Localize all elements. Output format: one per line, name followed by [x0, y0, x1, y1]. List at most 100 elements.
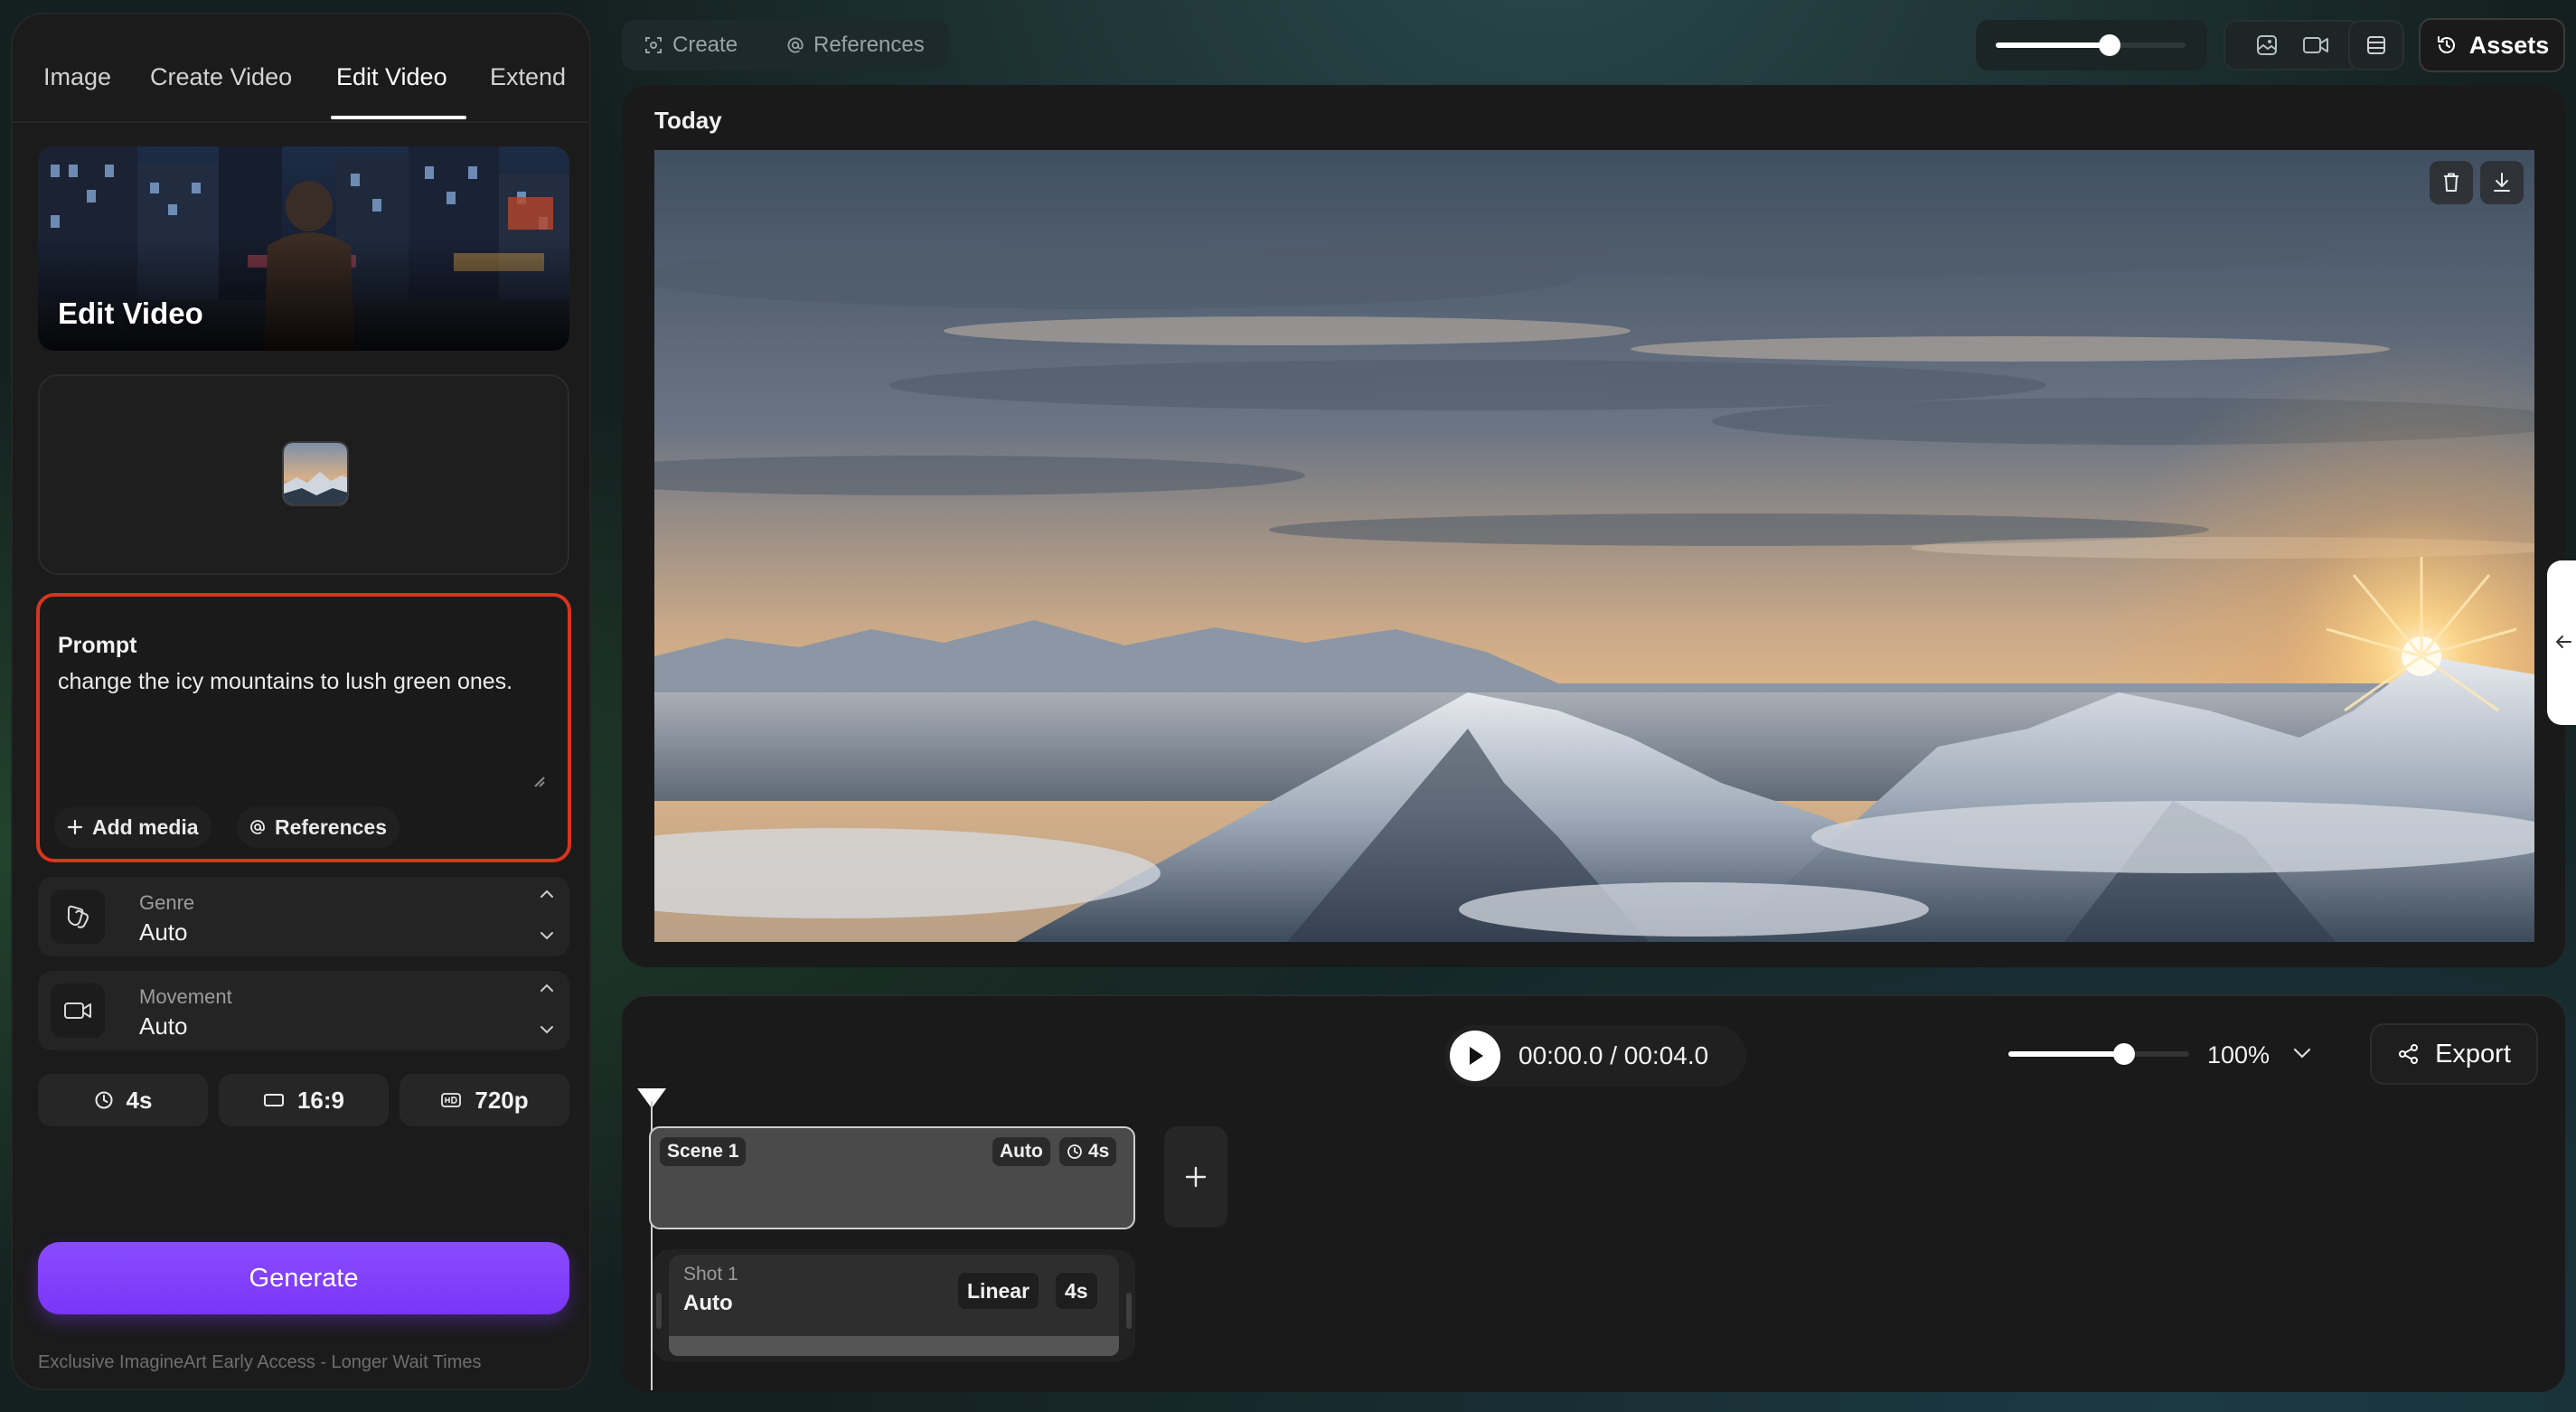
movement-icon-wrap — [51, 984, 105, 1038]
layout-toggle[interactable] — [2348, 20, 2404, 71]
plus-icon — [1185, 1166, 1207, 1188]
movement-value: Auto — [139, 1012, 188, 1040]
source-video-thumbnail[interactable] — [282, 441, 349, 506]
grid-size-slider[interactable] — [1976, 20, 2207, 71]
chevron-down-icon[interactable] — [2290, 1043, 2314, 1063]
add-scene-button[interactable] — [1164, 1126, 1227, 1228]
scene-card[interactable]: Scene 1 Auto 4s — [649, 1126, 1135, 1229]
playback-controls: 00:00.0 / 00:04.0 — [1444, 1025, 1746, 1087]
at-icon — [250, 820, 265, 834]
download-icon — [2494, 173, 2510, 192]
mountain-sunset-video-frame — [654, 150, 2534, 942]
top-tab-create-label: Create — [672, 33, 738, 57]
assets-button[interactable]: Assets — [2419, 18, 2565, 72]
video-icon[interactable] — [2301, 33, 2330, 58]
add-media-button[interactable]: Add media — [54, 806, 212, 848]
movement-select[interactable]: Movement Auto — [38, 971, 569, 1050]
left-panel: Image Create Video Edit Video Extend Edi… — [11, 13, 591, 1390]
time-separator: / — [1610, 1041, 1617, 1069]
scene-name-tag: Scene 1 — [660, 1137, 747, 1166]
image-icon[interactable] — [2254, 33, 2280, 58]
timeline-panel: 00:00.0 / 00:04.0 100% Export Scene 1 Au… — [622, 994, 2565, 1392]
scene-mode-tag: Auto — [992, 1137, 1050, 1166]
play-icon — [1470, 1047, 1483, 1065]
play-button[interactable] — [1450, 1031, 1500, 1081]
source-media-dropzone[interactable] — [38, 374, 569, 575]
references-label: References — [275, 814, 388, 839]
genre-label: Genre — [139, 891, 195, 914]
resize-grip-icon[interactable] — [531, 774, 546, 788]
shot-progress-bar — [669, 1336, 1119, 1356]
shot-duration-tag: 4s — [1056, 1273, 1097, 1309]
movement-label: Movement — [139, 985, 232, 1008]
at-icon — [787, 37, 804, 53]
genre-icon-wrap — [51, 890, 105, 944]
prompt-box: Prompt Add media References — [36, 593, 571, 862]
top-tab-references[interactable]: References — [786, 20, 925, 71]
shot-left-handle[interactable] — [656, 1293, 662, 1329]
aspect-ratio-option[interactable]: 16:9 — [219, 1074, 389, 1126]
share-icon — [2399, 1044, 2419, 1064]
tab-image[interactable]: Image — [43, 63, 111, 91]
genre-select[interactable]: Genre Auto — [38, 877, 569, 956]
hd-icon — [441, 1093, 462, 1107]
side-panel-toggle[interactable] — [2547, 560, 2576, 725]
clock-icon — [95, 1091, 113, 1109]
mode-tabs: Image Create Video Edit Video Extend — [13, 14, 589, 123]
zoom-percent: 100% — [2207, 1041, 2270, 1068]
shot-right-handle[interactable] — [1126, 1293, 1132, 1329]
grid-size-slider-track[interactable] — [1976, 20, 2207, 71]
create-scan-icon — [645, 37, 662, 53]
shot-motion-tag: Linear — [958, 1273, 1039, 1309]
shot-value: Auto — [683, 1291, 733, 1315]
video-preview[interactable] — [654, 150, 2534, 942]
zoom-slider-track[interactable] — [2005, 1029, 2195, 1079]
history-icon — [2437, 36, 2455, 53]
aspect-ratio-icon — [263, 1094, 284, 1106]
chevron-up-icon[interactable] — [539, 888, 555, 900]
arrow-left-icon — [2556, 635, 2571, 648]
section-title-today: Today — [654, 107, 722, 134]
generate-button[interactable]: Generate — [38, 1242, 569, 1314]
layout-icon — [2367, 36, 2385, 54]
movement-camera-icon — [64, 1003, 91, 1019]
genre-value: Auto — [139, 918, 188, 946]
aspect-ratio-value: 16:9 — [296, 1086, 345, 1114]
chevron-up-icon[interactable] — [539, 982, 555, 994]
preview-panel: Today — [622, 85, 2565, 967]
prompt-input[interactable] — [58, 665, 546, 783]
chevron-down-icon[interactable] — [539, 1023, 555, 1036]
scene-duration-tag: 4s — [1059, 1137, 1117, 1166]
resolution-value: 720p — [475, 1086, 529, 1114]
trash-icon — [2444, 173, 2458, 192]
media-filter-group — [2223, 20, 2361, 71]
tab-extend[interactable]: Extend — [490, 63, 566, 91]
tab-create-video[interactable]: Create Video — [150, 63, 292, 91]
export-label: Export — [2435, 1039, 2511, 1068]
export-button[interactable]: Export — [2370, 1023, 2538, 1085]
duration-value: 4s — [126, 1086, 153, 1114]
timeline-zoom-slider[interactable] — [2005, 1029, 2195, 1079]
delete-button[interactable] — [2430, 161, 2473, 204]
download-button[interactable] — [2480, 161, 2524, 204]
assets-label: Assets — [2468, 31, 2550, 59]
prompt-label: Prompt — [58, 633, 137, 658]
shot-card[interactable]: Shot 1 Auto Linear 4s — [669, 1255, 1119, 1336]
edit-video-banner: Edit Video — [38, 146, 569, 351]
shot-track: Shot 1 Auto Linear 4s — [653, 1249, 1135, 1361]
top-tabs: Create References — [622, 20, 949, 71]
references-button[interactable]: References — [237, 806, 400, 848]
duration-option[interactable]: 4s — [38, 1074, 208, 1126]
resolution-option[interactable]: 720p — [400, 1074, 569, 1126]
add-media-label: Add media — [92, 814, 199, 839]
genre-icon — [67, 905, 89, 928]
clock-icon — [1067, 1144, 1082, 1159]
tab-edit-video[interactable]: Edit Video — [336, 63, 447, 91]
plus-icon — [67, 819, 83, 835]
active-tab-indicator — [331, 116, 466, 119]
chevron-down-icon[interactable] — [539, 929, 555, 942]
shot-name: Shot 1 — [683, 1264, 738, 1285]
tabs-divider — [13, 121, 589, 123]
top-tab-create[interactable]: Create — [644, 20, 738, 71]
current-time: 00:00.0 — [1518, 1041, 1603, 1069]
